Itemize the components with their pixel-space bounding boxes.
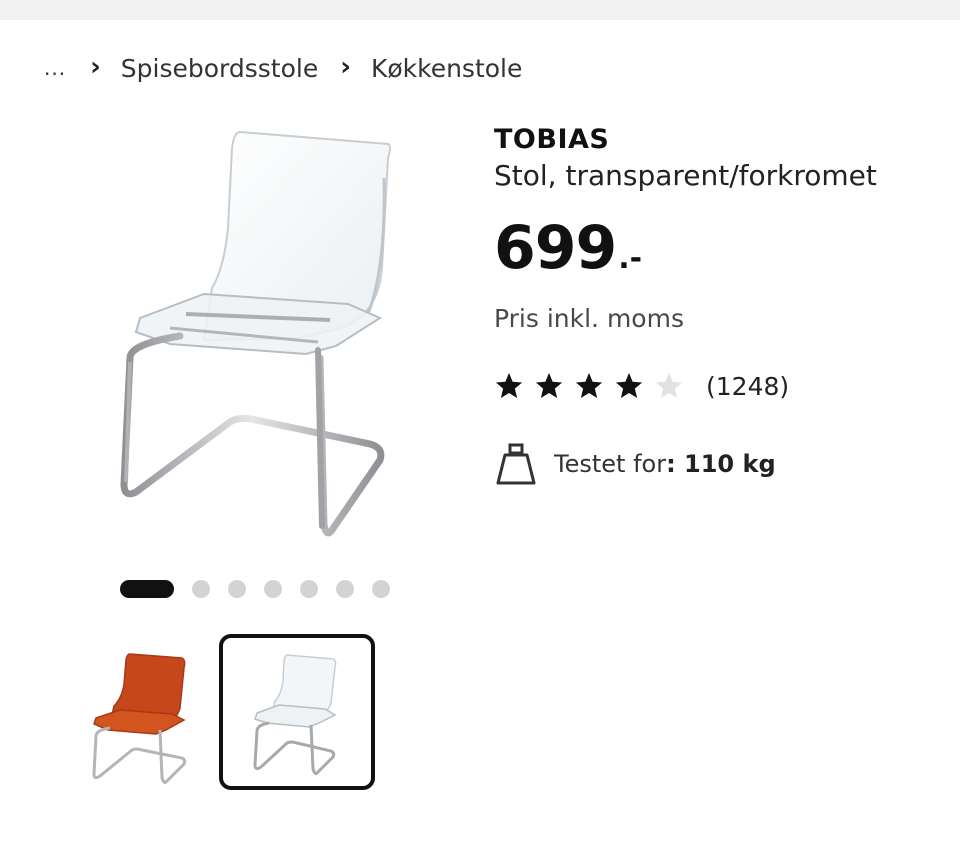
chevron-right-icon: ›	[90, 52, 101, 82]
breadcrumb: ... › Spisebordsstole › Køkkenstole	[44, 48, 544, 88]
product-info: TOBIAS Stol, transparent/forkromet 699 .…	[494, 120, 934, 487]
weight-icon	[496, 443, 536, 485]
rating-count[interactable]: (1248)	[706, 372, 789, 401]
breadcrumb-link-spisebordsstole[interactable]: Spisebordsstole	[121, 54, 318, 83]
transparent-chair-image	[120, 130, 391, 537]
breadcrumb-ellipsis[interactable]: ...	[44, 56, 66, 80]
transparent-chair-image	[253, 654, 337, 775]
gallery-dot-4[interactable]	[264, 580, 282, 598]
star-filled-icon	[575, 372, 603, 398]
gallery-dot-1[interactable]	[120, 580, 174, 598]
tested-label: Testet for	[554, 450, 667, 478]
gallery-dot-5[interactable]	[300, 580, 318, 598]
product-main-image[interactable]	[100, 118, 420, 548]
gallery-dot-3[interactable]	[228, 580, 246, 598]
star-filled-icon	[495, 372, 523, 398]
price-suffix: .-	[618, 241, 643, 276]
product-name: TOBIAS	[494, 124, 610, 155]
gallery-pagination	[120, 578, 408, 600]
orange-chair-image	[92, 653, 187, 784]
tested-info: Testet for : 110 kg	[494, 441, 934, 487]
star-empty-icon	[655, 372, 683, 398]
product-description: Stol, transparent/forkromet	[494, 159, 877, 192]
price: 699 .-	[494, 216, 934, 280]
star-filled-icon	[615, 372, 643, 398]
tested-value: : 110 kg	[666, 450, 776, 478]
price-note: Pris inkl. moms	[494, 304, 684, 333]
rating-stars	[494, 371, 694, 401]
gallery-dot-7[interactable]	[372, 580, 390, 598]
variant-thumbnail-orange[interactable]	[66, 636, 222, 792]
star-filled-icon	[535, 372, 563, 398]
price-value: 699	[494, 213, 617, 283]
top-bar	[0, 0, 960, 20]
rating[interactable]: (1248)	[494, 371, 934, 401]
gallery-dot-2[interactable]	[192, 580, 210, 598]
chevron-right-icon: ›	[340, 52, 351, 82]
variant-thumbnail-transparent[interactable]	[219, 634, 375, 790]
gallery-dot-6[interactable]	[336, 580, 354, 598]
breadcrumb-link-kokkenstole[interactable]: Køkkenstole	[371, 54, 522, 83]
